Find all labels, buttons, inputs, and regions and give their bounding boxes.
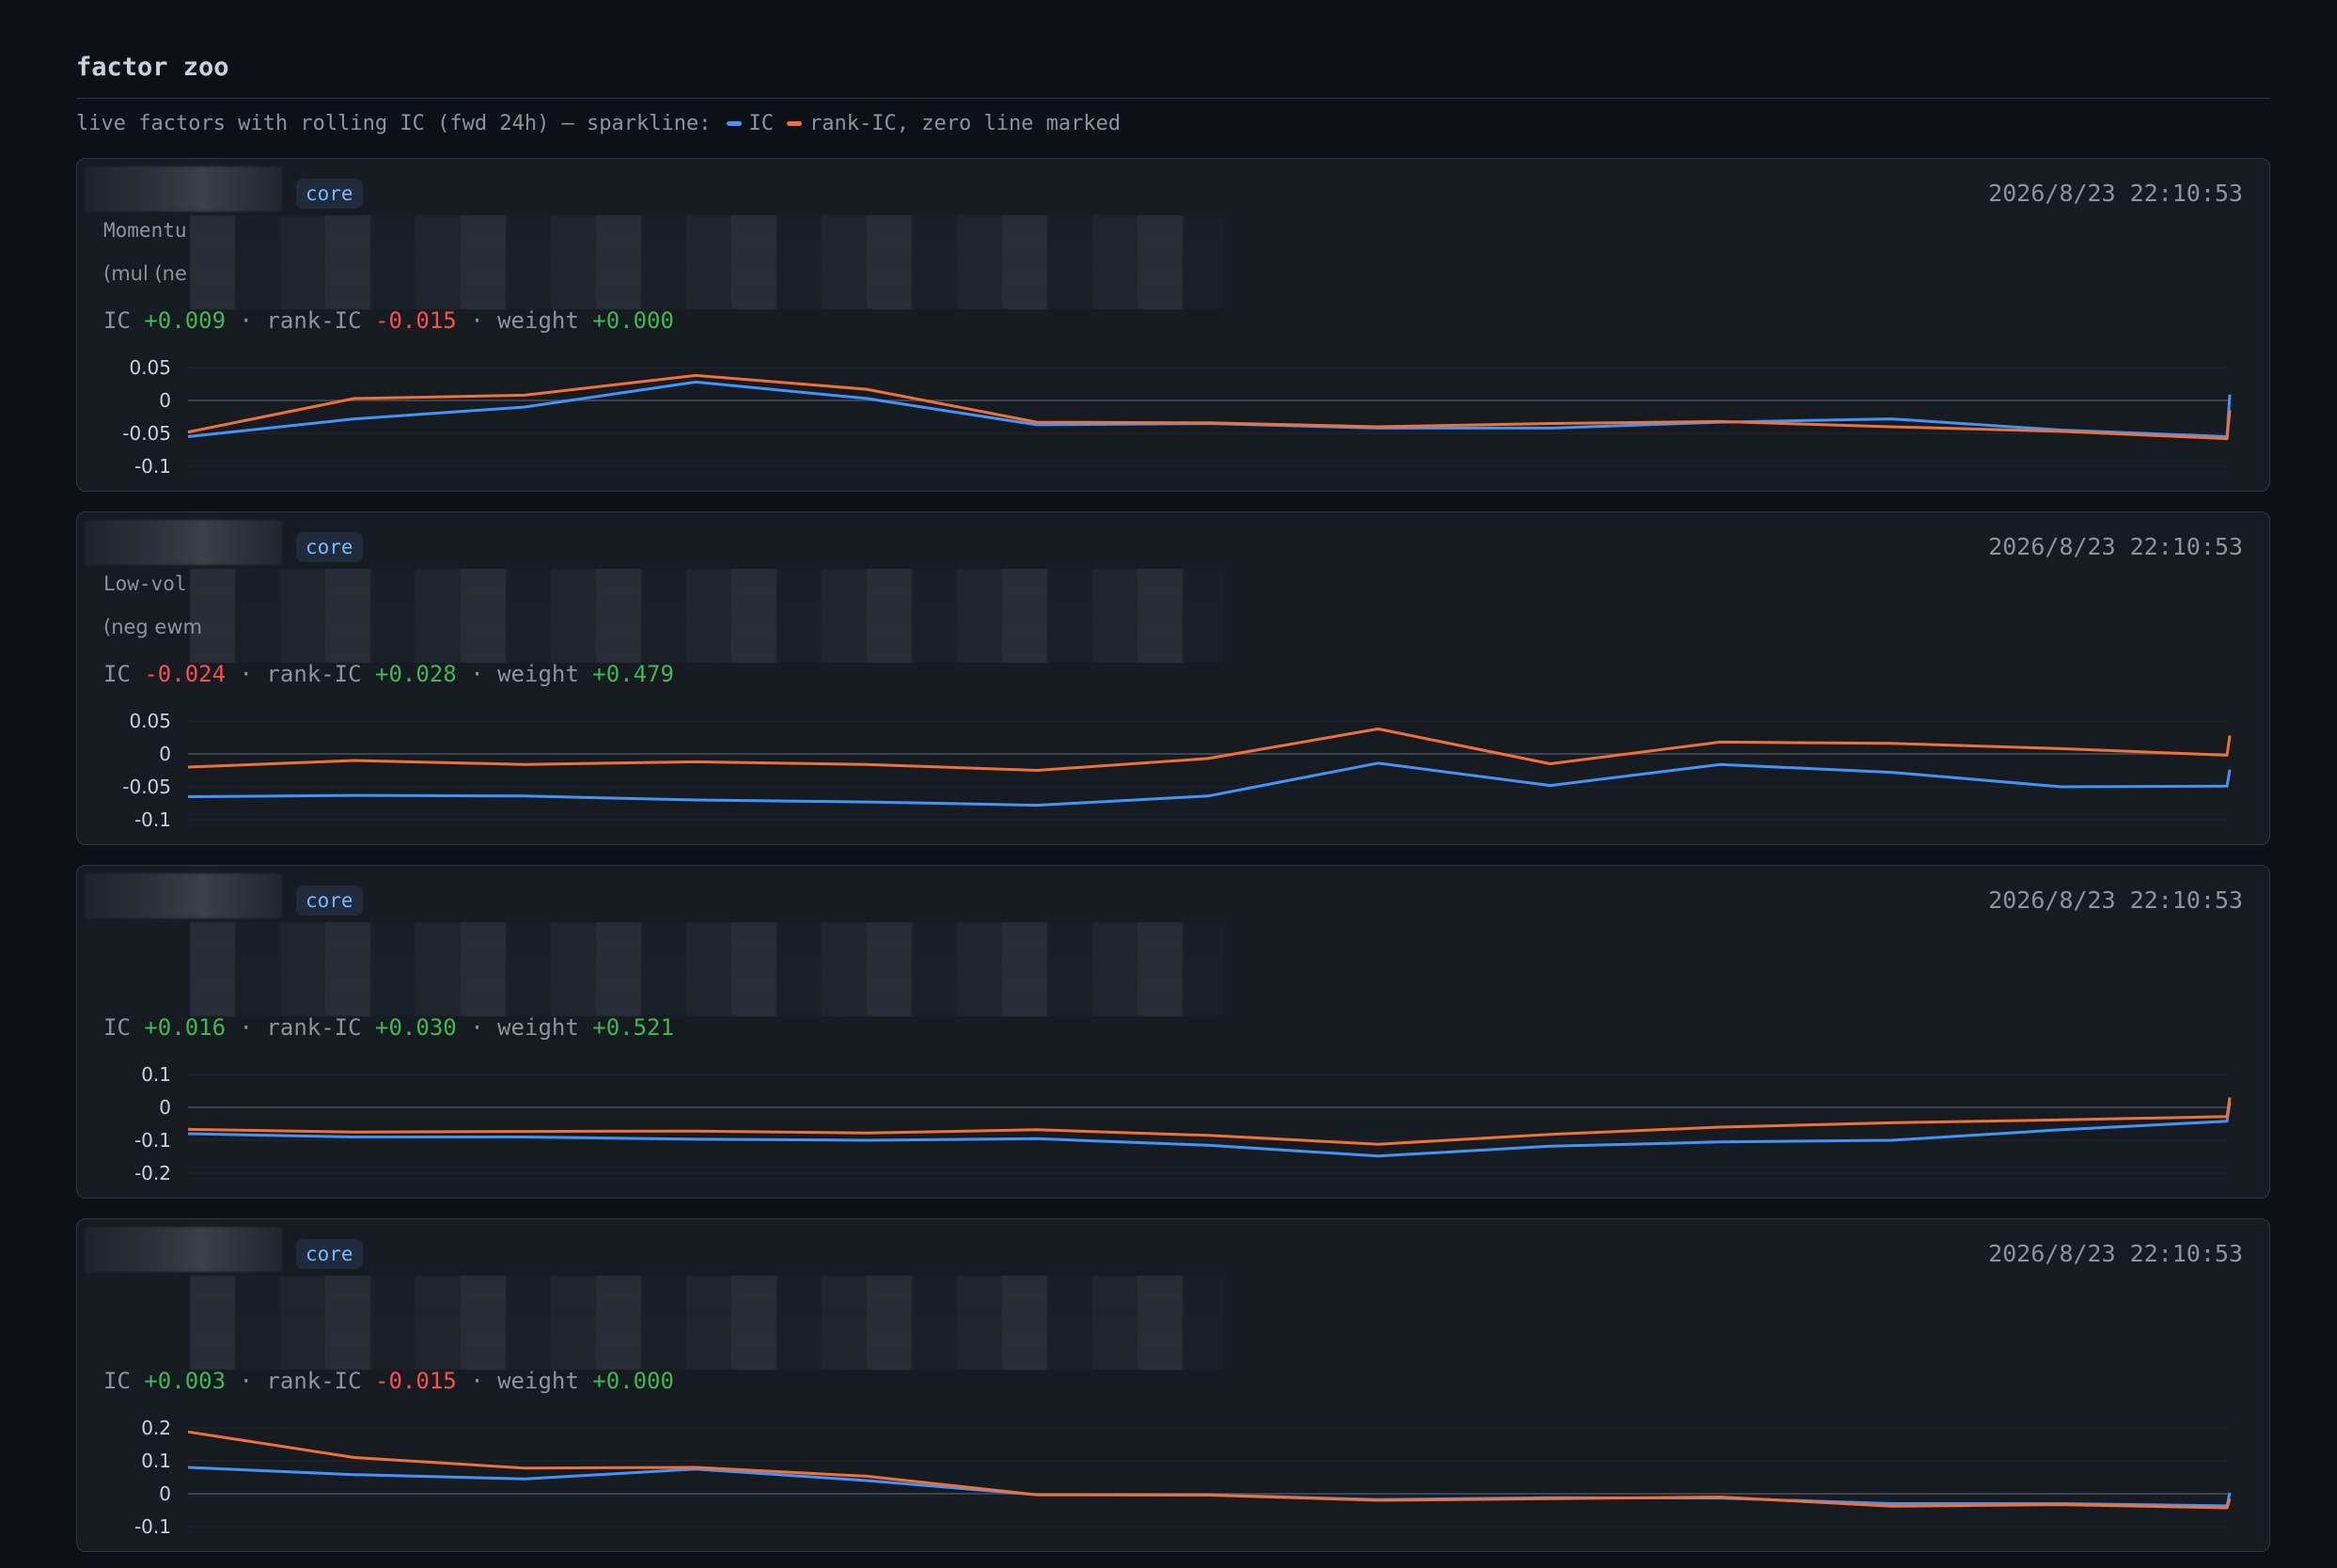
y-tick-label: 0 <box>159 1096 171 1119</box>
y-tick-label: -0.1 <box>134 455 171 478</box>
ic-sparkline-chart: 0.05 0 -0.05 -0.1 <box>122 356 2232 478</box>
page-subtitle: live factors with rolling IC (fwd 24h) —… <box>76 111 1121 135</box>
rank-ic-series-line <box>187 373 2232 441</box>
title-divider <box>76 98 2270 99</box>
page-title: factor zoo <box>76 53 229 82</box>
ic-series-line <box>187 1466 2232 1508</box>
rank-ic-series-line <box>187 727 2232 772</box>
y-tick-label: 0.2 <box>141 1417 171 1439</box>
legend-ic: IC <box>726 111 775 135</box>
ic-series-line <box>187 1102 2232 1158</box>
y-tick-label: 0.05 <box>129 710 171 732</box>
factor-card: core 2026/8/23 22:10:53 Low-vol (neg ewm IC … <box>76 511 2270 845</box>
y-tick-label: 0 <box>159 743 171 765</box>
ic-series-line <box>187 761 2232 808</box>
factor-card: core 2026/8/23 22:10:53 IC +0.003 · rank-I… <box>76 1218 2270 1552</box>
y-tick-label: 0.05 <box>129 356 171 379</box>
y-tick-label: -0.1 <box>134 1129 171 1152</box>
y-tick-label: -0.2 <box>134 1162 171 1184</box>
ic-sparkline-chart: 0.2 0.1 0 -0.1 <box>134 1417 2232 1538</box>
y-tick-label: -0.05 <box>122 776 171 798</box>
y-tick-label: 0 <box>159 389 171 412</box>
rank-ic-series-line <box>187 1430 2232 1510</box>
y-tick-label: -0.1 <box>134 1515 171 1538</box>
ic-sparkline-chart: 0.1 0 -0.1 -0.2 <box>134 1063 2232 1184</box>
factor-card: core 2026/8/23 22:10:53 IC +0.016 · rank-I… <box>76 865 2270 1199</box>
y-tick-label: -0.1 <box>134 808 171 831</box>
factor-card: core 2026/8/23 22:10:53 Momentu (mul (ne IC … <box>76 158 2270 492</box>
y-tick-label: -0.05 <box>122 422 171 445</box>
legend-rank-ic-label: rank-IC, zero line marked <box>809 111 1121 135</box>
legend-ic-swatch <box>726 120 742 126</box>
legend-rank-ic-swatch <box>787 120 803 126</box>
subtitle-text: live factors with rolling IC (fwd 24h) —… <box>76 111 712 135</box>
y-tick-label: 0.1 <box>141 1063 171 1086</box>
legend-rank-ic: rank-IC, zero line marked <box>787 112 1121 135</box>
legend-ic-label: IC <box>748 111 775 135</box>
y-tick-label: 0 <box>159 1482 171 1505</box>
y-tick-label: 0.1 <box>141 1450 171 1472</box>
ic-sparkline-chart: 0.05 0 -0.05 -0.1 <box>122 710 2232 831</box>
